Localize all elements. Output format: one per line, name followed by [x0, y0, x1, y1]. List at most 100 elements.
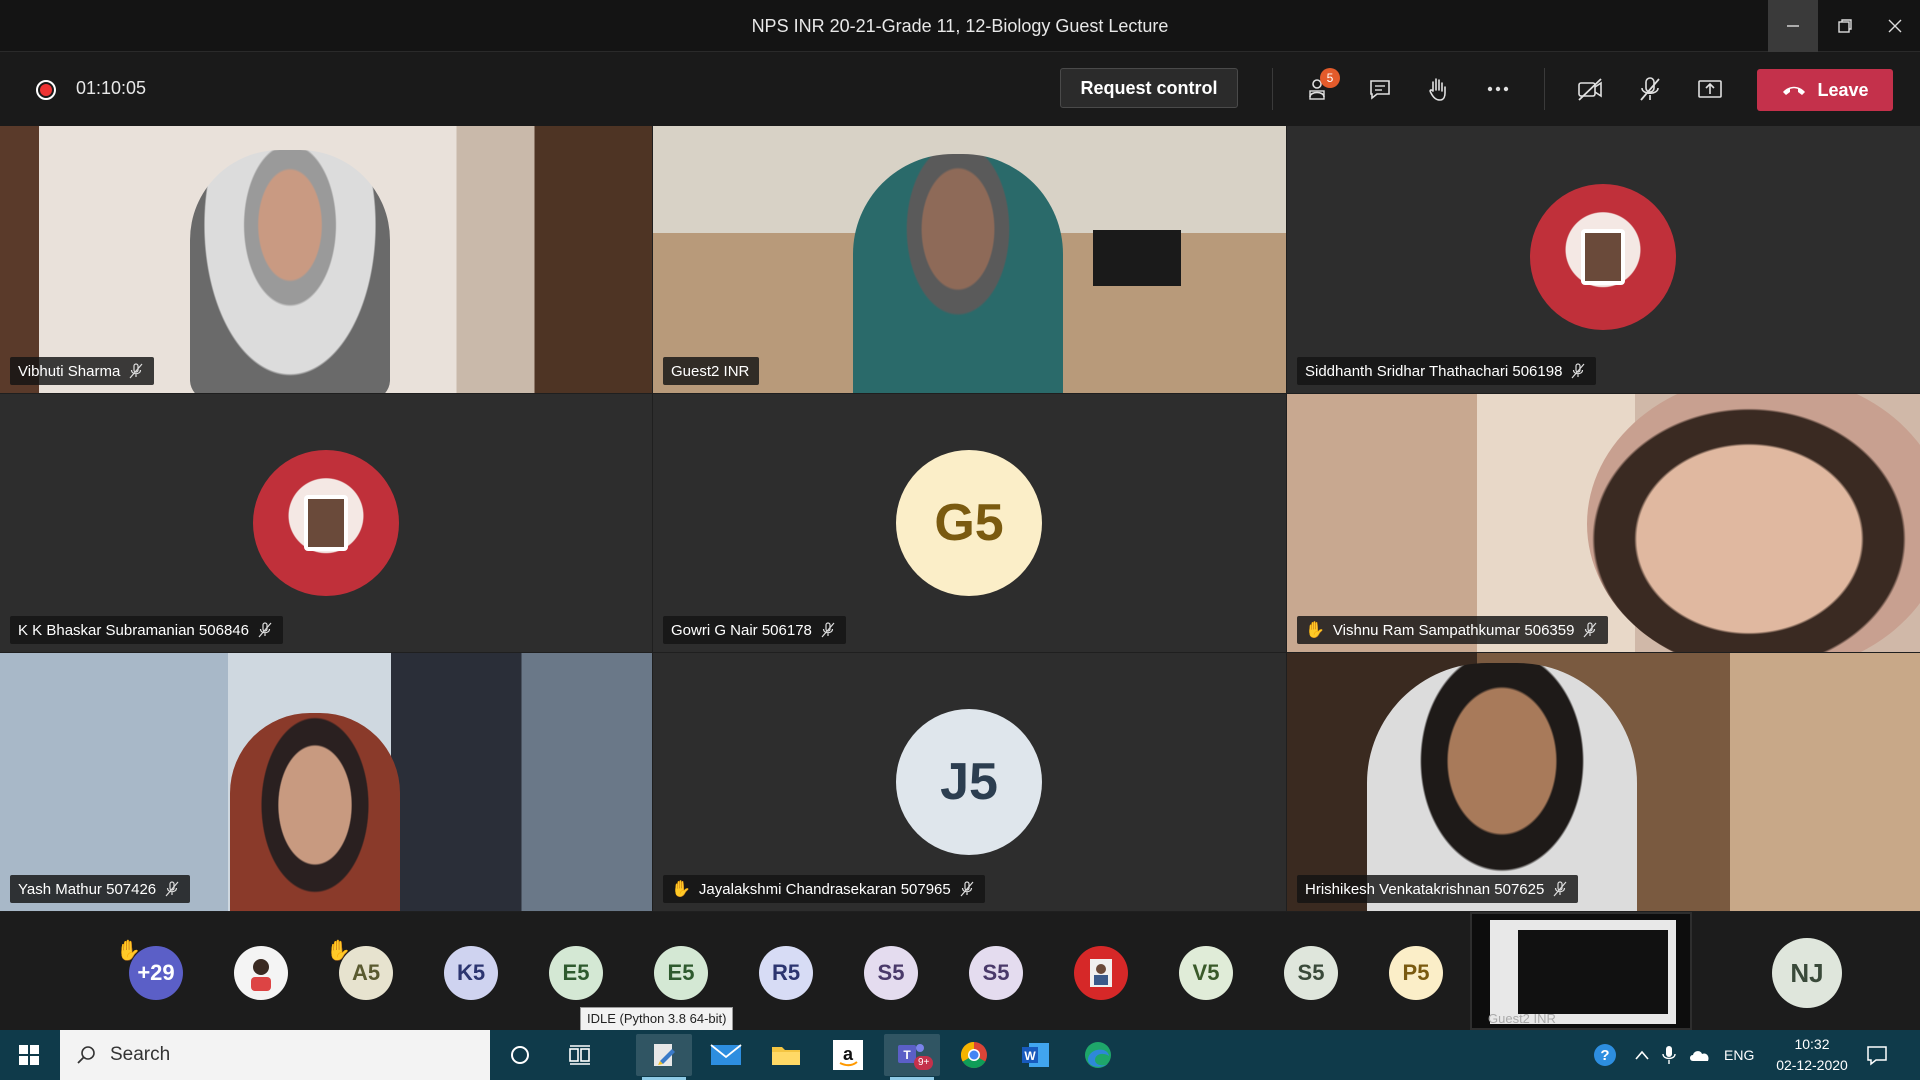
hang-up-icon	[1783, 86, 1806, 95]
taskbar-amazon[interactable]: a	[820, 1034, 876, 1076]
participant-avatar[interactable]: P5	[1389, 946, 1443, 1000]
mail-icon	[710, 1044, 742, 1065]
help-icon: ?	[1594, 1044, 1616, 1066]
participant-avatar[interactable]	[1074, 946, 1128, 1000]
mic-off-icon	[129, 363, 143, 379]
participant-name: Vibhuti Sharma	[18, 362, 121, 380]
taskbar-word[interactable]: W	[1008, 1034, 1064, 1076]
participant-avatar[interactable]: S5	[969, 946, 1023, 1000]
participant-name: Guest2 INR	[671, 362, 750, 380]
video-tile[interactable]: Yash Mathur 507426	[0, 653, 652, 911]
camera-off-icon	[1578, 78, 1602, 101]
taskbar-idle-python[interactable]	[636, 1034, 692, 1080]
more-actions-button[interactable]	[1478, 70, 1518, 108]
participant-avatar[interactable]: E5	[654, 946, 708, 1000]
taskbar-tooltip: IDLE (Python 3.8 64-bit)	[580, 1007, 734, 1031]
task-view-button[interactable]	[552, 1034, 608, 1076]
participant-name-chip: Yash Mathur 507426	[10, 875, 191, 903]
video-tile[interactable]: Hrishikesh Venkatakrishnan 507625	[1287, 653, 1920, 911]
taskbar-clock[interactable]: 10:32 02-12-2020	[1764, 1034, 1860, 1076]
clock-date: 02-12-2020	[1776, 1057, 1848, 1073]
participant-initials-avatar: G5	[896, 450, 1042, 596]
participant-avatar[interactable]	[234, 946, 288, 1000]
video-tile[interactable]: G5 Gowri G Nair 506178	[653, 394, 1286, 652]
video-tile[interactable]: K K Bhaskar Subramanian 506846	[0, 394, 652, 652]
taskbar-mail[interactable]	[698, 1034, 754, 1076]
self-avatar[interactable]: NJ	[1772, 938, 1842, 1008]
participant-avatar[interactable]: R5	[759, 946, 813, 1000]
language-indicator[interactable]: ENG	[1724, 1030, 1754, 1080]
participant-avatar[interactable]: S5	[1284, 946, 1338, 1000]
minimize-icon	[1787, 25, 1799, 27]
help-button[interactable]: ?	[1592, 1030, 1618, 1080]
camera-toggle-button[interactable]	[1570, 70, 1610, 108]
video-tile[interactable]: Siddhanth Sridhar Thathachari 506198	[1287, 126, 1920, 393]
mic-toggle-button[interactable]	[1630, 70, 1670, 108]
taskbar-chrome[interactable]	[946, 1034, 1002, 1076]
video-tile[interactable]: Vibhuti Sharma	[0, 126, 652, 393]
microphone-icon	[1662, 1046, 1676, 1064]
minimize-button[interactable]	[1768, 0, 1818, 52]
restore-button[interactable]	[1820, 0, 1870, 52]
task-view-icon	[569, 1045, 590, 1065]
participant-name: Siddhanth Sridhar Thathachari 506198	[1305, 362, 1563, 380]
mic-off-icon	[1640, 77, 1660, 101]
share-screen-button[interactable]	[1690, 70, 1730, 108]
participant-name: Vishnu Ram Sampathkumar 506359	[1332, 621, 1575, 639]
participant-avatar[interactable]: S5	[864, 946, 918, 1000]
svg-text:W: W	[1024, 1049, 1036, 1063]
taskbar-search[interactable]: Search	[60, 1030, 490, 1080]
avatar-photo	[1581, 229, 1625, 285]
taskbar-edge[interactable]	[1070, 1034, 1126, 1076]
search-label: Search	[110, 1044, 171, 1065]
raise-hand-button[interactable]	[1418, 70, 1458, 108]
microphone-tray-button[interactable]	[1662, 1030, 1676, 1080]
video-tile[interactable]: J5 ✋ Jayalakshmi Chandrasekaran 507965	[653, 653, 1286, 911]
chat-button[interactable]	[1360, 70, 1400, 108]
start-button[interactable]	[0, 1030, 58, 1080]
participant-avatar[interactable]: K5	[444, 946, 498, 1000]
background-monitor	[1093, 230, 1181, 286]
meeting-toolbar: 01:10:05 Request control 5 Leave	[0, 52, 1920, 126]
more-participants-button[interactable]: +29	[129, 946, 183, 1000]
screen-share-owner: Guest2 INR	[1488, 1011, 1556, 1026]
participant-figure	[1367, 663, 1637, 911]
participant-avatar[interactable]: E5	[549, 946, 603, 1000]
close-button[interactable]	[1870, 0, 1920, 52]
recording-icon	[36, 80, 56, 100]
svg-text:T: T	[903, 1048, 911, 1062]
participant-avatar[interactable]: A5	[339, 946, 393, 1000]
svg-text:a: a	[843, 1044, 854, 1064]
amazon-icon: a	[833, 1040, 863, 1070]
svg-text:?: ?	[1600, 1047, 1609, 1064]
search-icon	[77, 1046, 95, 1064]
cortana-icon	[511, 1046, 529, 1064]
participant-name: Hrishikesh Venkatakrishnan 507625	[1305, 880, 1545, 898]
video-tile[interactable]: ✋ Vishnu Ram Sampathkumar 506359	[1287, 394, 1920, 652]
video-tile[interactable]: Guest2 INR	[653, 126, 1286, 393]
mic-off-icon	[258, 622, 272, 638]
participant-name-chip: Guest2 INR	[663, 357, 760, 385]
participant-figure	[1587, 394, 1920, 652]
screen-share-thumbnail[interactable]: Guest2 INR	[1470, 912, 1692, 1030]
taskbar-file-explorer[interactable]	[758, 1034, 814, 1076]
window-title: NPS INR 20-21-Grade 11, 12-Biology Guest…	[751, 16, 1169, 36]
window-title-bar: NPS INR 20-21-Grade 11, 12-Biology Guest…	[0, 0, 1920, 52]
onedrive-tray-button[interactable]	[1688, 1030, 1712, 1080]
show-hidden-icons-button[interactable]	[1634, 1030, 1650, 1080]
action-center-button[interactable]	[1866, 1030, 1888, 1080]
request-control-button[interactable]: Request control	[1060, 68, 1238, 108]
cortana-button[interactable]	[492, 1034, 548, 1076]
mic-off-icon	[1583, 622, 1597, 638]
avatar-photo	[304, 495, 348, 551]
participant-initials-avatar: J5	[896, 709, 1042, 855]
chat-icon	[1370, 80, 1390, 100]
mic-off-icon	[821, 622, 835, 638]
toolbar-divider	[1272, 68, 1273, 110]
taskbar-teams[interactable]: T 9+	[884, 1034, 940, 1080]
mic-off-icon	[1571, 363, 1585, 379]
participant-avatar	[1530, 184, 1676, 330]
participant-avatar[interactable]: V5	[1179, 946, 1233, 1000]
leave-button[interactable]: Leave	[1757, 69, 1893, 111]
close-icon	[1888, 19, 1902, 33]
